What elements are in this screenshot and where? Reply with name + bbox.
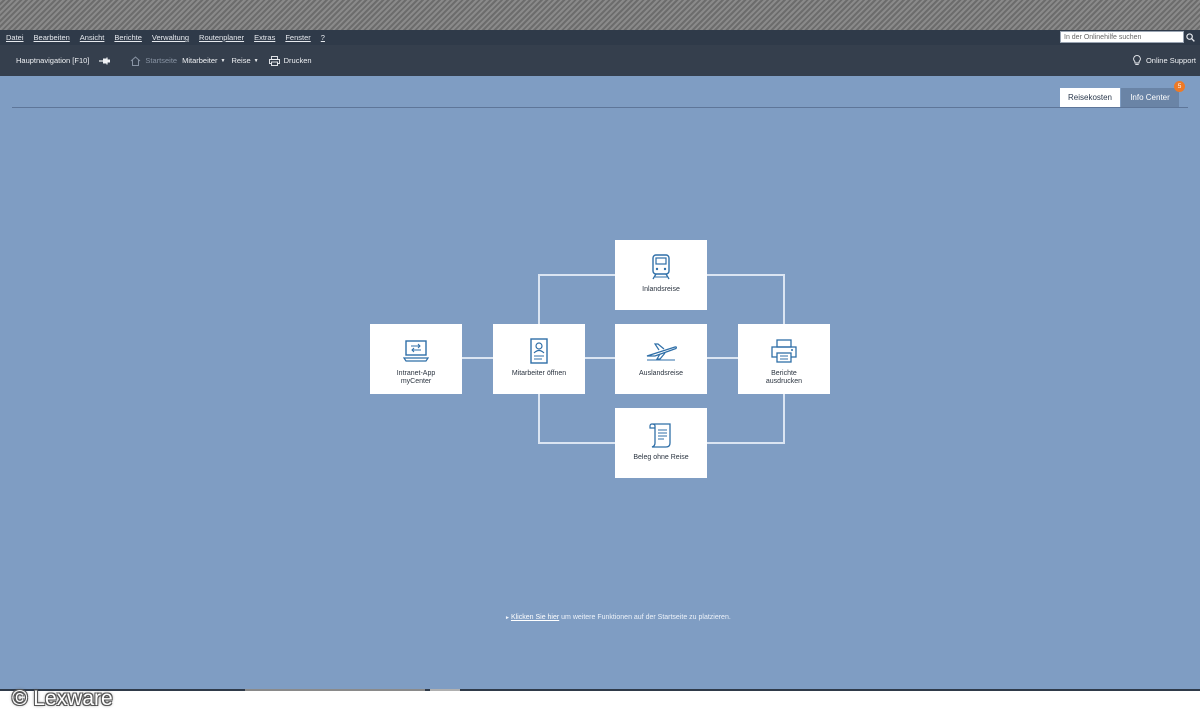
menu-berichte[interactable]: Berichte [114, 33, 142, 42]
tile-label: Auslandsreise [639, 370, 683, 377]
menu-verwaltung[interactable]: Verwaltung [152, 33, 189, 42]
tile-intranet-app[interactable]: Intranet-App myCenter [370, 324, 462, 394]
print-label: Drucken [283, 56, 312, 65]
tile-label: Mitarbeiter öffnen [511, 370, 567, 377]
receipt-scroll-icon [649, 421, 673, 449]
laptop-sync-icon [403, 337, 429, 365]
menu-fenster[interactable]: Fenster [285, 33, 310, 42]
trip-label: Reise [231, 56, 251, 65]
toolbar: Hauptnavigation [F10] Startseite Mitarbe… [0, 45, 1200, 76]
menu-extras[interactable]: Extras [254, 33, 275, 42]
tile-connectors [462, 274, 785, 444]
tile-berichte-ausdrucken[interactable]: Berichte ausdrucken [738, 324, 830, 394]
lightbulb-icon [1133, 55, 1141, 66]
menu-ansicht[interactable]: Ansicht [80, 33, 105, 42]
pin-icon [99, 57, 111, 65]
main-navigation-button[interactable]: Hauptnavigation [F10] [16, 56, 89, 65]
customize-link[interactable]: Klicken Sie hier [511, 614, 559, 621]
main-navigation-label: Hauptnavigation [F10] [16, 56, 90, 65]
pin-button[interactable] [99, 57, 114, 65]
copyright-watermark: © Lexware [12, 687, 113, 710]
menu-routenplaner[interactable]: Routenplaner [199, 33, 244, 42]
tile-label: Inlandsreise [642, 286, 680, 293]
airplane-icon [645, 337, 677, 365]
footer [0, 691, 1200, 720]
employee-label: Mitarbeiter [182, 56, 218, 65]
arrow-right-icon: ► [505, 615, 510, 621]
menu-bar: Datei Bearbeiten Ansicht Berichte Verwal… [0, 30, 1200, 45]
customize-hint: ►Klicken Sie hier um weitere Funktionen … [505, 614, 731, 621]
online-support-button[interactable]: Online Support [1133, 45, 1196, 76]
printer-icon [771, 337, 797, 365]
employee-dropdown[interactable]: Mitarbeiter ▼ [182, 56, 225, 65]
tile-label: Beleg ohne Reise [633, 454, 689, 461]
chevron-down-icon: ▼ [220, 57, 226, 64]
customize-hint-text: um weitere Funktionen auf der Startseite… [559, 614, 731, 621]
id-card-icon [529, 337, 549, 365]
tile-label: Intranet-App myCenter [396, 370, 436, 385]
home-icon [130, 55, 141, 66]
window-titlebar [0, 0, 1200, 30]
printer-icon [268, 55, 280, 66]
online-support-label: Online Support [1145, 56, 1196, 65]
menu-bearbeiten[interactable]: Bearbeiten [34, 33, 70, 42]
start-page: Reisekosten Info Center 5 Inlandsreise I… [0, 76, 1200, 689]
tile-mitarbeiter-oeffnen[interactable]: Mitarbeiter öffnen [493, 324, 585, 394]
menu-datei[interactable]: Datei [6, 33, 24, 42]
tile-inlandsreise[interactable]: Inlandsreise [615, 240, 707, 310]
print-button[interactable]: Drucken [268, 55, 312, 66]
menu-help[interactable]: ? [321, 33, 325, 42]
tile-label: Berichte ausdrucken [765, 370, 803, 385]
help-search-input[interactable]: In der Onlinehilfe suchen [1060, 31, 1184, 43]
chevron-down-icon: ▼ [253, 57, 259, 64]
home-button[interactable]: Startseite [130, 55, 178, 66]
trip-dropdown[interactable]: Reise ▼ [231, 56, 258, 65]
home-label: Startseite [145, 56, 178, 65]
tile-beleg-ohne-reise[interactable]: Beleg ohne Reise [615, 408, 707, 478]
train-icon [650, 253, 672, 281]
tile-auslandsreise[interactable]: Auslandsreise [615, 324, 707, 394]
search-icon[interactable] [1184, 31, 1196, 43]
